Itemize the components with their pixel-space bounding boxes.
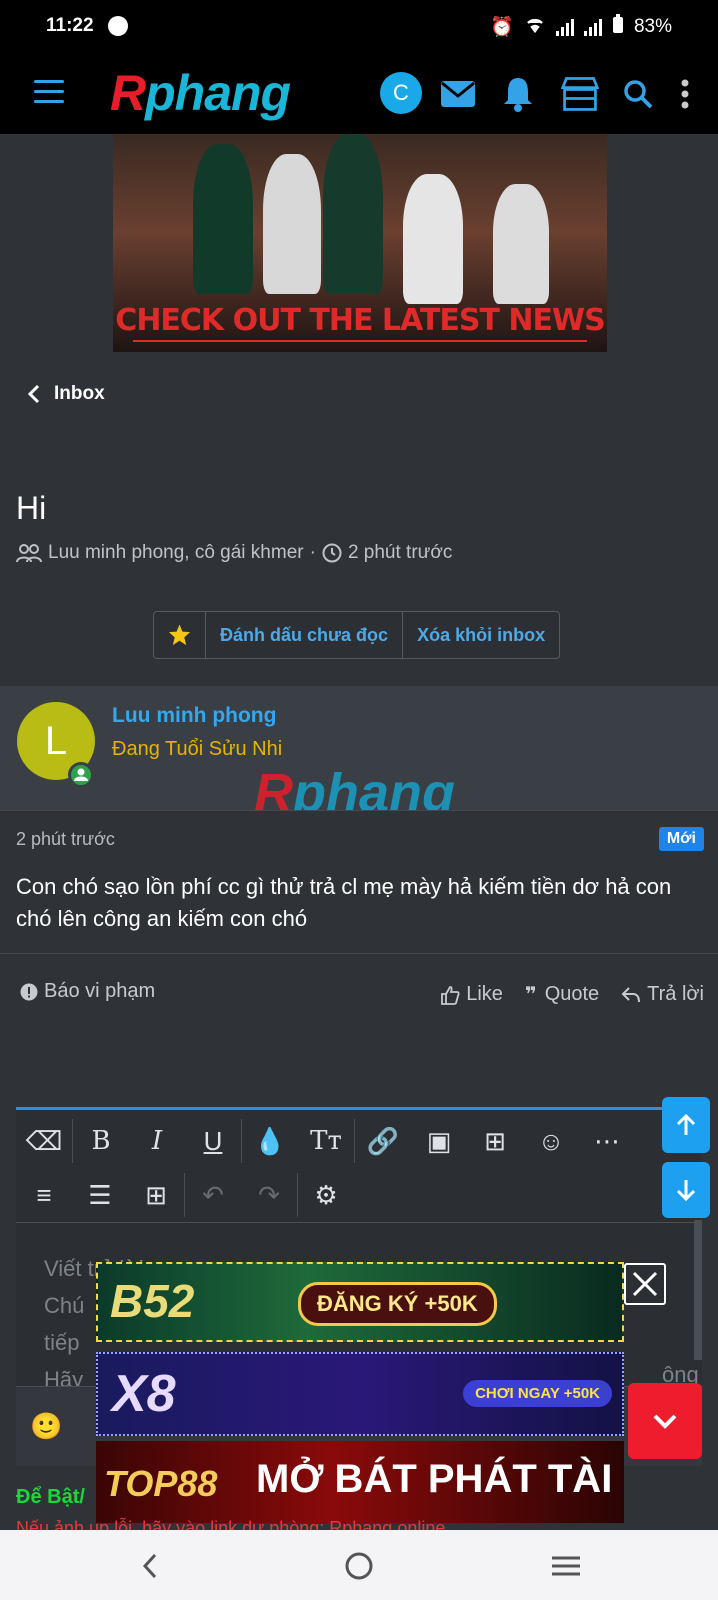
font-size-icon[interactable]: Tт <box>298 1126 354 1156</box>
back-to-inbox-link[interactable]: Inbox <box>28 383 105 405</box>
scroll-top-button[interactable] <box>662 1097 710 1153</box>
video-icon[interactable]: ⊞ <box>467 1126 523 1157</box>
align-icon[interactable]: ≡ <box>16 1180 72 1211</box>
battery-icon <box>612 14 624 40</box>
scroll-bottom-button[interactable] <box>662 1162 710 1218</box>
ad-cta: MỞ BÁT PHÁT TÀI <box>256 1457 613 1501</box>
message-body: 2 phút trước Mới Con chó sạo lồn phí cc … <box>0 810 718 1030</box>
status-icons: ⏰ 83% <box>490 14 672 40</box>
arrow-up-icon <box>676 1113 696 1135</box>
back-label: Inbox <box>54 383 105 404</box>
conversation-meta: Luu minh phong, cô gái khmer · 2 phút tr… <box>16 542 452 564</box>
star-button[interactable] <box>154 612 206 658</box>
ad-cta: CHƠI NGAY +50K <box>463 1380 612 1407</box>
online-status-icon <box>68 762 94 788</box>
text-color-icon[interactable]: 💧 <box>242 1126 298 1157</box>
meta-separator: · <box>309 542 316 563</box>
conversation-actions: Đánh dấu chưa đọc Xóa khỏi inbox <box>153 611 561 659</box>
reply-icon <box>621 986 641 1002</box>
link-icon[interactable]: 🔗 <box>355 1126 411 1157</box>
editor-toolbar-row-1: ⌫ B I U 💧 Tт 🔗 ▣ ⊞ ☺ ⋯ <box>16 1114 686 1168</box>
alarm-icon: ⏰ <box>490 17 514 38</box>
list-icon[interactable]: ☰ <box>72 1180 128 1211</box>
thumbs-up-icon <box>441 985 460 1005</box>
star-icon <box>168 624 191 646</box>
new-badge: Mới <box>658 827 704 851</box>
chevron-down-icon <box>653 1414 677 1429</box>
signal-icon-2 <box>583 18 602 36</box>
status-bar: 11:22 ⏰ 83% <box>0 0 718 54</box>
app-bar: Rphang C <box>0 54 718 134</box>
message-content: Con chó sạo lồn phí cc gì thử trả cl mẹ … <box>16 874 672 931</box>
image-icon[interactable]: ▣ <box>411 1126 467 1157</box>
conversation-title: Hi <box>16 490 47 526</box>
menu-icon[interactable] <box>34 80 64 104</box>
system-nav-bar <box>0 1530 718 1600</box>
message-actions: Báo vi phạm Like ❞ Quote Trả lời <box>0 953 718 1031</box>
editor-scrollbar[interactable] <box>694 1220 702 1360</box>
site-logo[interactable]: Rphang <box>110 64 291 122</box>
mail-icon[interactable] <box>438 74 478 114</box>
report-button[interactable]: Báo vi phạm <box>20 980 155 1003</box>
redo-icon[interactable]: ↷ <box>241 1180 297 1211</box>
banner-headline: CHECK OUT THE LATEST NEWS <box>115 303 605 338</box>
conversation-time: 2 phút trước <box>347 542 453 563</box>
ad-banner-top88[interactable]: TOP88 MỞ BÁT PHÁT TÀI <box>96 1441 624 1523</box>
reply-button[interactable]: Trả lời <box>621 982 704 1007</box>
user-avatar[interactable]: C <box>380 72 422 114</box>
nav-home-icon[interactable] <box>339 1546 379 1586</box>
more-tools-icon[interactable]: ⋯ <box>579 1126 635 1157</box>
emoji-icon[interactable]: ☺ <box>523 1126 579 1157</box>
author-title: Đang Tuổi Sửu Nhi <box>112 738 283 760</box>
signal-icon <box>555 18 574 36</box>
messenger-icon <box>108 16 128 36</box>
search-icon[interactable] <box>618 74 658 114</box>
table-icon[interactable]: ⊞ <box>128 1180 184 1211</box>
wifi-icon <box>524 15 546 39</box>
collapse-ads-button[interactable] <box>628 1383 702 1459</box>
clock-icon <box>322 543 342 563</box>
ad-banner-x8[interactable]: X8 CHƠI NGAY +50K <box>96 1352 624 1436</box>
footer-hint: Để Bật/ <box>16 1486 85 1508</box>
undo-icon[interactable]: ↶ <box>185 1180 241 1211</box>
quote-icon: ❞ <box>524 984 537 1006</box>
users-icon <box>16 544 42 563</box>
news-banner[interactable]: CHECK OUT THE LATEST NEWS <box>113 134 607 352</box>
quote-button[interactable]: ❞ Quote <box>525 982 599 1007</box>
arrow-down-icon <box>676 1180 696 1202</box>
eraser-icon[interactable]: ⌫ <box>16 1126 72 1157</box>
more-options-icon[interactable] <box>665 74 705 114</box>
nav-back-icon[interactable] <box>130 1546 170 1586</box>
bell-icon[interactable] <box>498 74 538 114</box>
nav-recents-icon[interactable] <box>546 1546 586 1586</box>
store-icon[interactable] <box>560 74 600 114</box>
message-time[interactable]: 2 phút trước <box>16 829 115 850</box>
battery-level: 83% <box>633 16 672 37</box>
editor-toolbar-row-2: ≡ ☰ ⊞ ↶ ↷ ⚙ <box>16 1168 686 1222</box>
remove-inbox-button[interactable]: Xóa khỏi inbox <box>403 612 559 658</box>
close-ad-icon[interactable] <box>624 1263 666 1305</box>
bold-icon[interactable]: B <box>73 1126 129 1156</box>
chevron-left-icon <box>28 384 40 404</box>
author-name[interactable]: Luu minh phong <box>112 704 276 728</box>
smiley-icon[interactable]: 🙂 <box>30 1411 62 1442</box>
status-time: 11:22 <box>46 15 94 36</box>
alert-icon <box>20 983 38 1000</box>
participants[interactable]: Luu minh phong, cô gái khmer <box>48 542 304 564</box>
mark-unread-button[interactable]: Đánh dấu chưa đọc <box>206 612 404 658</box>
banner-underline <box>133 340 587 342</box>
underline-icon[interactable]: U <box>185 1126 241 1157</box>
ad-banner-b52[interactable]: B52 ĐĂNG KÝ +50K <box>96 1262 624 1342</box>
settings-icon[interactable]: ⚙ <box>298 1180 354 1211</box>
like-button[interactable]: Like <box>440 982 503 1007</box>
ad-cta: ĐĂNG KÝ +50K <box>298 1282 497 1326</box>
italic-icon[interactable]: I <box>129 1126 185 1156</box>
